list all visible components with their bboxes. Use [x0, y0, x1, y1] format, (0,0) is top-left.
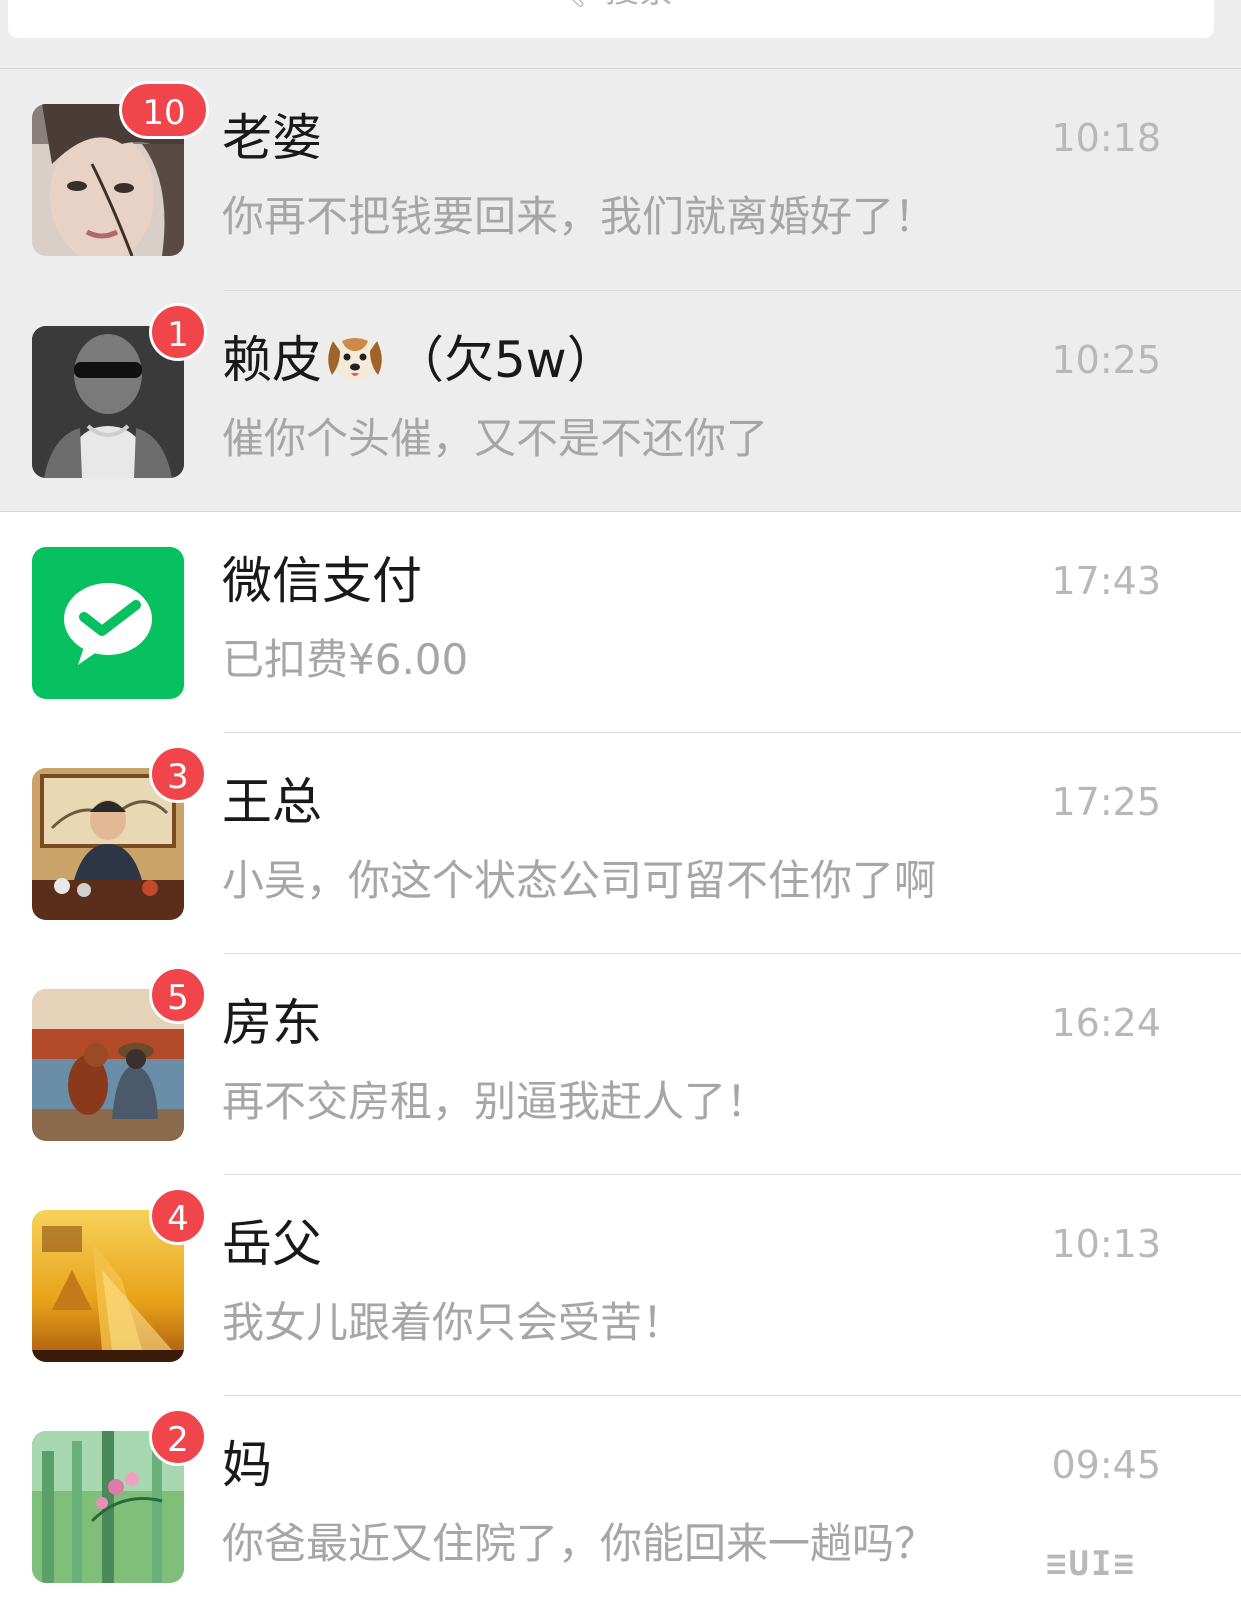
chat-time: 16:24 [1051, 1001, 1161, 1045]
chat-row[interactable]: 10 老婆 10:18 你再不把钱要回来，我们就离婚好了！ [0, 69, 1241, 291]
chat-time: 17:43 [1051, 559, 1161, 603]
search-input[interactable]: 🔍︎搜索 [8, 0, 1214, 38]
unread-badge: 5 [149, 966, 207, 1024]
chat-time: 10:13 [1051, 1222, 1161, 1266]
unread-badge: 3 [149, 745, 207, 803]
chat-preview: 再不交房租，别逼我赶人了！ [222, 1077, 769, 1126]
chat-name: 岳父 [222, 1215, 322, 1273]
chat-name: 老婆 [222, 109, 322, 167]
chat-preview: 我女儿跟着你只会受苦！ [222, 1298, 685, 1347]
chat-name: 赖皮 （欠5w） [222, 331, 617, 389]
chat-name: 妈 [222, 1436, 272, 1494]
chat-preview: 催你个头催，又不是不还你了 [222, 414, 769, 463]
chat-row[interactable]: 3 王总 17:25 小吴，你这个状态公司可留不住你了啊 [0, 733, 1241, 954]
chat-name: 微信支付 [222, 552, 422, 610]
chat-list: 10 老婆 10:18 你再不把钱要回来，我们就离婚好了！ 1 赖皮 （欠5w）… [0, 69, 1241, 1617]
search-icon: 🔍︎ [549, 0, 587, 10]
chat-row[interactable]: 4 岳父 10:13 我女儿跟着你只会受苦！ [0, 1175, 1241, 1396]
unread-badge: 10 [119, 81, 209, 139]
wechat-pay-icon [32, 547, 184, 699]
chat-time: 09:45 [1051, 1443, 1161, 1487]
unread-badge: 1 [149, 303, 207, 361]
chat-name: 王总 [222, 773, 322, 831]
unread-badge: 2 [149, 1408, 207, 1466]
chat-preview: 已扣费¥6.00 [222, 635, 469, 684]
chat-preview: 你爸最近又住院了，你能回来一趟吗？ [222, 1519, 937, 1568]
watermark: ≡UI≡ [1046, 1544, 1136, 1584]
chat-row[interactable]: 1 赖皮 （欠5w） 10:25 催你个头催，又不是不还你了 [0, 291, 1241, 512]
chat-row[interactable]: 微信支付 17:43 已扣费¥6.00 [0, 512, 1241, 733]
unread-badge: 4 [149, 1187, 207, 1245]
chat-preview: 你再不把钱要回来，我们就离婚好了！ [222, 192, 937, 241]
chat-time: 17:25 [1051, 780, 1161, 824]
dog-face-emoji-icon [328, 337, 382, 381]
avatar[interactable] [32, 547, 184, 699]
chat-row[interactable]: 5 房东 16:24 再不交房租，别逼我赶人了！ [0, 954, 1241, 1175]
chat-preview: 小吴，你这个状态公司可留不住你了啊 [222, 856, 937, 905]
search-bar: 🔍︎搜索 [0, 0, 1241, 69]
chat-time: 10:25 [1051, 338, 1161, 382]
chat-name: 房东 [222, 994, 322, 1052]
search-placeholder: 🔍︎搜索 [8, 0, 1214, 10]
chat-time: 10:18 [1051, 116, 1161, 160]
